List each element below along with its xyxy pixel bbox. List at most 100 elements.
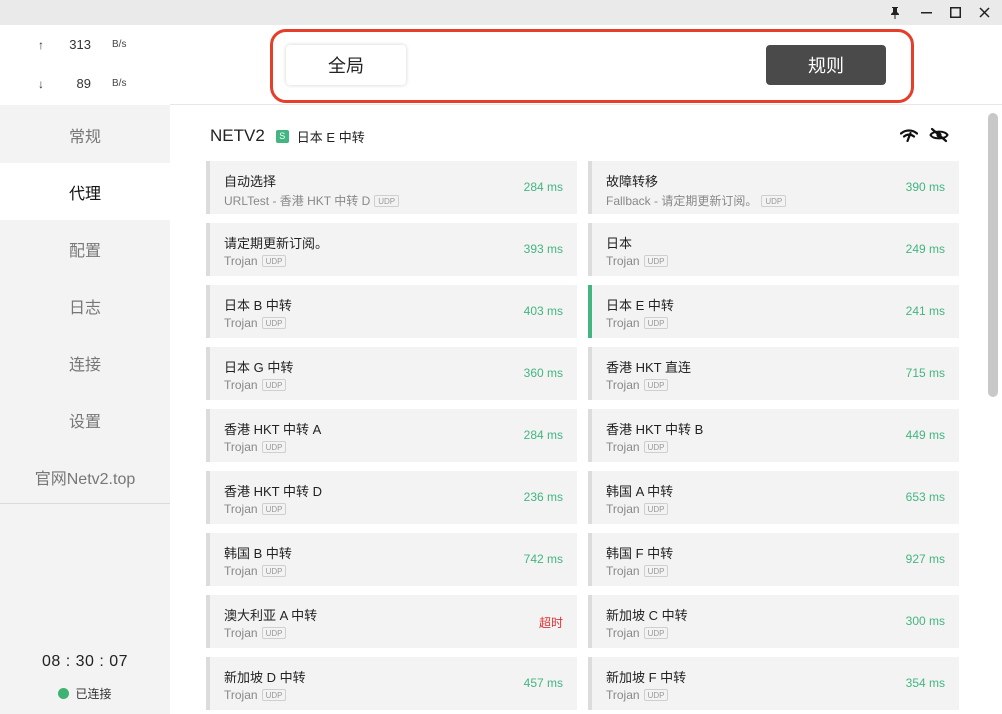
proxy-name: 请定期更新订阅。 xyxy=(224,236,329,251)
proxy-name: 日本 B 中转 xyxy=(224,298,292,313)
proxy-card[interactable]: 韩国 F 中转 Trojan UDP 927 ms xyxy=(588,533,959,586)
proxy-delay[interactable]: 236 ms xyxy=(524,490,563,504)
sidebar-item-logs[interactable]: 日志 xyxy=(0,277,170,334)
proxy-card[interactable]: 故障转移 Fallback - 请定期更新订阅。 UDP 390 ms xyxy=(588,161,959,214)
proxy-type: Trojan xyxy=(224,254,258,268)
proxy-subtitle: Trojan UDP xyxy=(224,502,287,516)
proxy-card[interactable]: 日本 Trojan UDP 249 ms xyxy=(588,223,959,276)
proxy-subtitle: Trojan UDP xyxy=(224,688,287,702)
proxy-subtitle: Trojan UDP xyxy=(224,440,287,454)
proxy-delay[interactable]: 403 ms xyxy=(524,304,563,318)
proxy-card[interactable]: 日本 E 中转 Trojan UDP 241 ms xyxy=(588,285,959,338)
proxy-delay[interactable]: 360 ms xyxy=(524,366,563,380)
proxy-subtitle: Trojan UDP xyxy=(224,254,287,268)
udp-badge: UDP xyxy=(643,441,669,453)
proxy-name: 日本 xyxy=(606,236,633,251)
pin-icon[interactable] xyxy=(882,0,908,25)
sidebar-item-general[interactable]: 常规 xyxy=(0,106,170,163)
hide-icon[interactable] xyxy=(929,125,949,145)
status-dot-icon xyxy=(58,688,70,699)
proxy-name: 澳大利亚 A 中转 xyxy=(224,608,318,623)
proxy-subtitle: Trojan UDP xyxy=(224,626,287,640)
close-icon[interactable] xyxy=(971,0,997,25)
traffic-panel: ↑ 313 B/s ↓ 89 B/s xyxy=(0,25,170,105)
proxy-name: 韩国 F 中转 xyxy=(606,546,674,561)
proxy-name: 韩国 B 中转 xyxy=(224,546,292,561)
proxy-card[interactable]: 韩国 B 中转 Trojan UDP 742 ms xyxy=(206,533,577,586)
proxy-subtitle: Trojan UDP xyxy=(606,316,669,330)
proxy-name: 香港 HKT 中转 D xyxy=(224,484,322,499)
proxy-card[interactable]: 日本 G 中转 Trojan UDP 360 ms xyxy=(206,347,577,400)
upload-speed: ↑ 313 B/s xyxy=(0,36,170,56)
proxy-delay[interactable]: 241 ms xyxy=(906,304,945,318)
sidebar: ↑ 313 B/s ↓ 89 B/s 常规 代理 配置 日志 连接 设置 官网N… xyxy=(0,25,170,714)
proxy-card[interactable]: 香港 HKT 中转 A Trojan UDP 284 ms xyxy=(206,409,577,462)
proxy-type: Fallback - 请定期更新订阅。 xyxy=(606,194,758,208)
proxy-name: 香港 HKT 中转 A xyxy=(224,422,322,437)
udp-badge: UDP xyxy=(261,441,287,453)
sidebar-item-proxies[interactable]: 代理 xyxy=(0,163,170,220)
proxy-card[interactable]: 韩国 A 中转 Trojan UDP 653 ms xyxy=(588,471,959,524)
proxy-delay[interactable]: 927 ms xyxy=(906,552,945,566)
proxy-delay[interactable]: 284 ms xyxy=(524,180,563,194)
proxy-group-header[interactable]: NETV2 S 日本 E 中转 xyxy=(210,125,365,147)
proxy-card[interactable]: 自动选择 URLTest - 香港 HKT 中转 D UDP 284 ms xyxy=(206,161,577,214)
proxy-delay[interactable]: 393 ms xyxy=(524,242,563,256)
proxy-name: 韩国 A 中转 xyxy=(606,484,674,499)
udp-badge: UDP xyxy=(261,379,287,391)
sidebar-item-settings[interactable]: 设置 xyxy=(0,391,170,448)
proxy-card[interactable]: 新加坡 C 中转 Trojan UDP 300 ms xyxy=(588,595,959,648)
group-type-badge: S xyxy=(275,129,289,143)
proxy-delay[interactable]: 390 ms xyxy=(906,180,945,194)
proxy-type: Trojan xyxy=(606,502,640,516)
proxy-type: Trojan xyxy=(224,564,258,578)
proxy-name: 自动选择 xyxy=(224,174,277,189)
upload-value: 313 xyxy=(69,37,91,52)
uptime-clock: 08 : 30 : 07 xyxy=(41,653,129,670)
proxy-delay[interactable]: 449 ms xyxy=(906,428,945,442)
proxy-card[interactable]: 香港 HKT 中转 B Trojan UDP 449 ms xyxy=(588,409,959,462)
upload-unit: B/s xyxy=(112,39,127,50)
proxy-delay[interactable]: 715 ms xyxy=(906,366,945,380)
proxy-card[interactable]: 请定期更新订阅。 Trojan UDP 393 ms xyxy=(206,223,577,276)
proxy-delay[interactable]: 249 ms xyxy=(906,242,945,256)
proxy-delay[interactable]: 284 ms xyxy=(524,428,563,442)
proxy-subtitle: Trojan UDP xyxy=(224,316,287,330)
download-value: 89 xyxy=(76,76,91,91)
proxy-subtitle: Trojan UDP xyxy=(224,564,287,578)
maximize-icon[interactable] xyxy=(942,0,968,25)
proxy-delay[interactable]: 300 ms xyxy=(906,614,945,628)
proxy-card[interactable]: 新加坡 F 中转 Trojan UDP 354 ms xyxy=(588,657,959,710)
udp-badge: UDP xyxy=(761,194,787,207)
proxy-subtitle: Trojan UDP xyxy=(606,378,669,392)
scrollbar[interactable] xyxy=(988,113,998,713)
proxy-subtitle: Trojan UDP xyxy=(606,502,669,516)
proxy-type: Trojan xyxy=(224,626,258,640)
proxy-card[interactable]: 新加坡 D 中转 Trojan UDP 457 ms xyxy=(206,657,577,710)
rule-mode-button[interactable]: 规则 xyxy=(766,45,886,85)
proxy-type: Trojan xyxy=(606,254,640,268)
speed-test-icon[interactable] xyxy=(899,125,919,145)
proxy-subtitle: Trojan UDP xyxy=(606,564,669,578)
proxy-card[interactable]: 日本 B 中转 Trojan UDP 403 ms xyxy=(206,285,577,338)
proxy-delay[interactable]: 742 ms xyxy=(524,552,563,566)
minimize-icon[interactable] xyxy=(913,0,939,25)
scrollbar-thumb[interactable] xyxy=(988,113,998,397)
sidebar-item-connections[interactable]: 连接 xyxy=(0,334,170,391)
proxy-card[interactable]: 香港 HKT 中转 D Trojan UDP 236 ms xyxy=(206,471,577,524)
proxy-name: 香港 HKT 中转 B xyxy=(606,422,704,437)
sidebar-item-website[interactable]: 官网Netv2.top xyxy=(0,448,170,505)
proxy-delay[interactable]: 超时 xyxy=(539,614,563,631)
proxy-delay[interactable]: 653 ms xyxy=(906,490,945,504)
proxy-card[interactable]: 香港 HKT 直连 Trojan UDP 715 ms xyxy=(588,347,959,400)
proxy-subtitle: Trojan UDP xyxy=(606,626,669,640)
proxy-subtitle: URLTest - 香港 HKT 中转 D UDP xyxy=(224,192,400,209)
sidebar-item-profiles[interactable]: 配置 xyxy=(0,220,170,277)
udp-badge: UDP xyxy=(643,317,669,329)
proxy-delay[interactable]: 457 ms xyxy=(524,676,563,690)
proxy-name: 香港 HKT 直连 xyxy=(606,360,691,375)
proxy-name: 新加坡 D 中转 xyxy=(224,670,306,685)
proxy-delay[interactable]: 354 ms xyxy=(906,676,945,690)
global-mode-button[interactable]: 全局 xyxy=(286,45,406,85)
proxy-card[interactable]: 澳大利亚 A 中转 Trojan UDP 超时 xyxy=(206,595,577,648)
